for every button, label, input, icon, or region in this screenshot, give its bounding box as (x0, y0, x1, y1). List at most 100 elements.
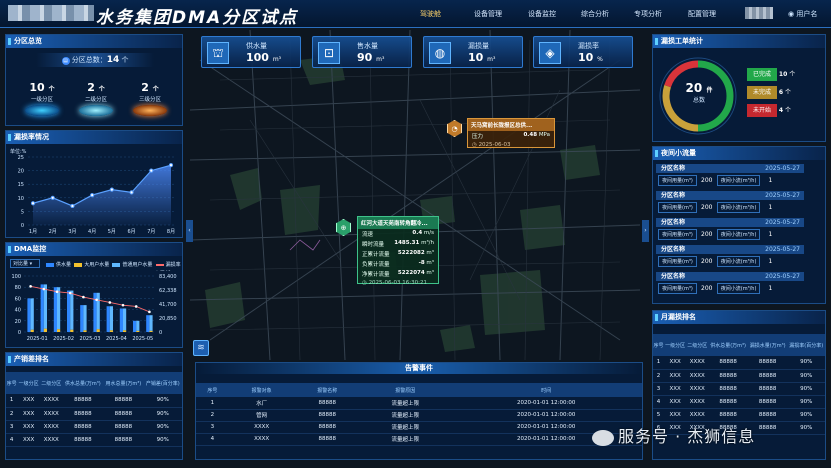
table-cell: 88888 (708, 408, 748, 422)
popup-label: 净累计流量 (362, 272, 390, 278)
month-rank-table: 序号 一级分区 二级分区 供水总量(万m³) 漏损水量(万m³) 漏损率(百分率) 1 XXX… (653, 334, 825, 435)
column-header: 漏损率(百分率) (787, 334, 825, 356)
legend-item: 漏损率 (165, 262, 181, 268)
night-flow-values: 夜间用量(m³) 200 夜间小流(m³/h) 1 (656, 173, 804, 188)
night-minflow-value: 1 (768, 258, 773, 265)
table-cell: 88888 (103, 394, 144, 408)
flow-meter-icon: ⊕ (340, 224, 347, 232)
table-row[interactable]: 1 水厂 88888 流量超上限 2020-01-01 12:00:00 (196, 397, 642, 410)
table-row[interactable]: 2 管网 88888 流量超上限 2020-01-01 12:00:00 (196, 409, 642, 422)
table-cell: 流量超上限 (360, 409, 451, 422)
table-cell: XXXX (686, 356, 709, 370)
table-row[interactable]: 4 XXX XXXX 88888 88888 90% (6, 433, 182, 447)
popup-pressure: 天马窝前长陇报区总供... 压力 0.48 MPa ◷ 2025-06-03 (467, 118, 555, 148)
stat-label: 漏损量 (468, 42, 489, 50)
panel-title: 月漏损排名 (653, 311, 825, 324)
table-cell: 2020-01-01 12:00:00 (450, 397, 642, 410)
table-cell: 88888 (708, 395, 748, 409)
table-cell: 88888 (747, 356, 788, 370)
bar-normal-user (109, 306, 113, 331)
table-cell: XXXX (686, 369, 709, 383)
column-header: 产销差(百分率) (143, 372, 182, 394)
data-point (68, 291, 72, 295)
popup-label: 压力 (472, 134, 484, 140)
data-point (109, 187, 114, 192)
night-flow-item[interactable]: 分区名称 2025-05-27 夜间用量(m³) 200 夜间小流(m³/h) 1 (656, 272, 804, 296)
table-cell: 88888 (747, 369, 788, 383)
zone-name-bar: 分区名称 2025-05-27 (656, 191, 804, 200)
night-minflow-label: 夜间小流(m³/h) (716, 202, 761, 213)
table-row[interactable]: 1 XXX XXXX 88888 88888 90% (6, 394, 182, 408)
watermark: 服务号 · 杰狮信息 (592, 423, 755, 447)
zone-name: 分区名称 (661, 192, 686, 199)
table-row[interactable]: 4 XXXX 88888 流量超上限 2020-01-01 12:00:00 (196, 433, 642, 446)
bar-normal-user (136, 320, 140, 331)
compare-select[interactable]: 对比量 ▾ (10, 259, 40, 268)
table-cell: 1 (196, 397, 229, 410)
table-row[interactable]: 2 XXX XXXX 88888 88888 90% (653, 369, 825, 383)
area-fill (33, 165, 171, 225)
bar-large-user (43, 328, 47, 332)
panel-title: DMA监控 (6, 243, 182, 256)
bar-large-user (57, 329, 61, 332)
table-row[interactable]: 3 XXX XXXX 88888 88888 90% (653, 382, 825, 396)
bar-large-user (70, 329, 74, 332)
table-cell: 88888 (103, 433, 144, 447)
pedestal-blue-icon (25, 105, 59, 116)
bar-supply (133, 320, 137, 332)
table-header: 序号 一级分区 二级分区 供水总量(万m³) 用水总量(万m³) 产销差(百分率) (6, 372, 182, 394)
night-flow-item[interactable]: 分区名称 2025-05-27 夜间用量(m³) 200 夜间小流(m³/h) 1 (656, 245, 804, 269)
night-flow-item[interactable]: 分区名称 2025-05-27 夜间用量(m³) 200 夜间小流(m³/h) 1 (656, 218, 804, 242)
bar-normal-user (96, 292, 100, 330)
table-cell: XXXX (39, 420, 63, 434)
collapse-left-button[interactable]: ‹ (186, 220, 193, 242)
night-flow-item[interactable]: 分区名称 2025-05-27 夜间用量(m³) 200 夜间小流(m³/h) 1 (656, 191, 804, 215)
table-cell: 2 (653, 369, 665, 383)
clock-icon: ◷ (362, 280, 367, 286)
table-cell: 4 (653, 395, 665, 409)
order-pending: 未完成 6 个 (747, 86, 805, 99)
x-tick-label: 6月 (127, 229, 135, 235)
nav-analysis[interactable]: 综合分析 (581, 9, 609, 19)
table-row[interactable]: 4 XXX XXXX 88888 88888 90% (653, 395, 825, 409)
table-row[interactable]: 3 XXX XXXX 88888 88888 90% (6, 420, 182, 434)
popup-label: 负累计流量 (362, 262, 390, 268)
table-row[interactable]: 5 XXX XXXX 88888 88888 90% (653, 408, 825, 422)
blurred-info (745, 7, 773, 19)
x-tick-label: 2025-05 (132, 336, 153, 342)
panel-title: 漏损工单统计 (653, 35, 825, 48)
nav-device-management[interactable]: 设备管理 (474, 9, 502, 19)
y2-tick-label: 62,338 (159, 288, 177, 294)
table-cell: 4 (6, 433, 18, 447)
data-point (29, 285, 32, 288)
table-cell: XXXX (686, 408, 709, 422)
nav-device-monitoring[interactable]: 设备监控 (528, 9, 556, 19)
table-row[interactable]: 1 XXX XXXX 88888 88888 90% (653, 356, 825, 370)
data-point (82, 295, 85, 299)
table-cell: 3 (653, 382, 665, 396)
table-cell: 90% (787, 408, 825, 422)
table-cell: XXX (664, 356, 687, 370)
y-tick-label: 40 (15, 308, 21, 314)
table-cell: 90% (787, 356, 825, 370)
table-cell: 88888 (294, 421, 361, 434)
table-cell: XXXX (39, 433, 63, 447)
zone-name-bar: 分区名称 2025-05-27 (656, 272, 804, 281)
table-row[interactable]: 2 XXX XXXX 88888 88888 90% (6, 407, 182, 421)
night-flow-item[interactable]: 分区名称 2025-05-27 夜间用量(m³) 200 夜间小流(m³/h) 1 (656, 164, 804, 188)
table-cell: XXXX (228, 421, 295, 434)
collapse-right-button[interactable]: › (642, 220, 649, 242)
nav-special-analysis[interactable]: 专项分析 (634, 9, 662, 19)
leak-rate-panel: 漏损率情况 单位:% 0 5 10 15 20 25 1月 2月 3月 4月 5月 6月 7月 8月 (5, 130, 183, 238)
table-cell: 3 (6, 420, 18, 434)
table-cell: 90% (787, 382, 825, 396)
table-cell: 88888 (708, 369, 748, 383)
x-tick-label: 2025-02 (53, 336, 74, 342)
nav-cockpit[interactable]: 驾驶舱 (420, 9, 441, 19)
table-cell: 90% (143, 394, 182, 408)
user-menu[interactable]: ◉ 用户名 (788, 9, 817, 19)
nav-config[interactable]: 配置管理 (688, 9, 716, 19)
table-row[interactable]: 3 XXXX 88888 流量超上限 2020-01-01 12:00:00 (196, 421, 642, 434)
bar-normal-user (83, 305, 87, 331)
layers-button[interactable]: ≋ (193, 340, 209, 356)
